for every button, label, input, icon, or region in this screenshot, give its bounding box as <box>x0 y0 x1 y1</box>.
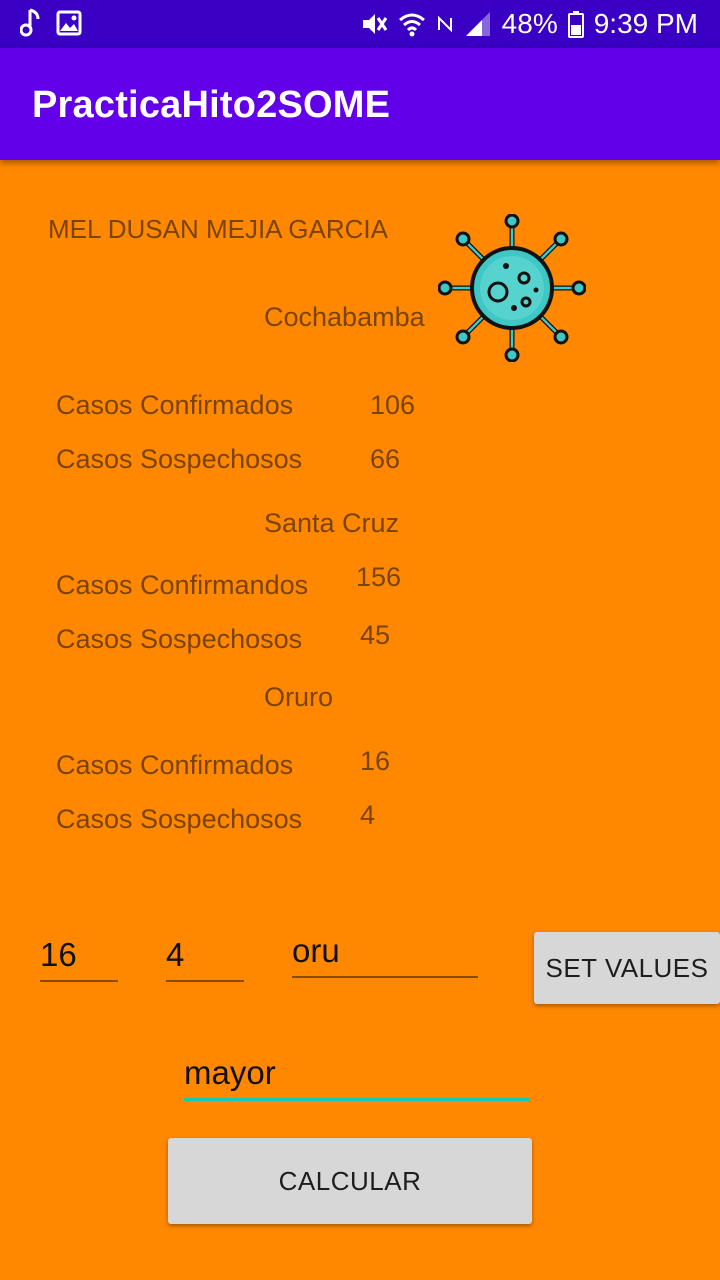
suspected-value-cochabamba: 66 <box>370 444 401 474</box>
signal-icon <box>465 12 490 36</box>
confirmed-value-santa-cruz: 156 <box>356 562 402 592</box>
app-bar: PracticaHito2SOME <box>0 48 720 160</box>
clock: 9:39 PM <box>593 8 698 39</box>
city-label-cochabamba: Cochabamba <box>264 302 425 332</box>
music-note-icon <box>20 8 40 37</box>
suspected-value-santa-cruz: 45 <box>360 620 391 650</box>
confirmed-value-oruro: 16 <box>360 746 391 776</box>
set-values-button[interactable]: SET VALUES <box>534 932 720 1004</box>
nfc-icon <box>437 15 452 33</box>
status-bar: 48% 9:39 PM <box>0 0 720 48</box>
author-name: MEL DUSAN MEJIA GARCIA <box>48 214 388 244</box>
city-code-input[interactable] <box>292 932 478 978</box>
confirmed-label-santa-cruz: Casos Confirmandos <box>56 570 309 600</box>
image-icon <box>56 10 82 36</box>
suspected-label-oruro: Casos Sospechosos <box>56 804 303 834</box>
wifi-icon <box>398 13 425 37</box>
suspected-input[interactable] <box>166 936 244 982</box>
city-label-santa-cruz: Santa Cruz <box>264 508 400 538</box>
suspected-label-santa-cruz: Casos Sospechosos <box>56 624 303 654</box>
calcular-button[interactable]: CALCULAR <box>168 1138 532 1224</box>
suspected-label-cochabamba: Casos Sospechosos <box>56 444 303 474</box>
city-label-oruro: Oruro <box>264 682 334 712</box>
confirmed-input[interactable] <box>40 936 118 982</box>
battery-icon <box>567 11 584 38</box>
mute-icon <box>362 14 387 34</box>
confirmed-value-cochabamba: 106 <box>370 390 416 420</box>
confirmed-label-cochabamba: Casos Confirmados <box>56 390 294 420</box>
app-title: PracticaHito2SOME <box>32 84 391 126</box>
suspected-value-oruro: 4 <box>360 800 376 830</box>
mode-input[interactable] <box>184 1054 530 1101</box>
battery-percentage: 48% <box>501 8 558 39</box>
confirmed-label-oruro: Casos Confirmados <box>56 750 294 780</box>
virus-icon <box>438 214 586 362</box>
